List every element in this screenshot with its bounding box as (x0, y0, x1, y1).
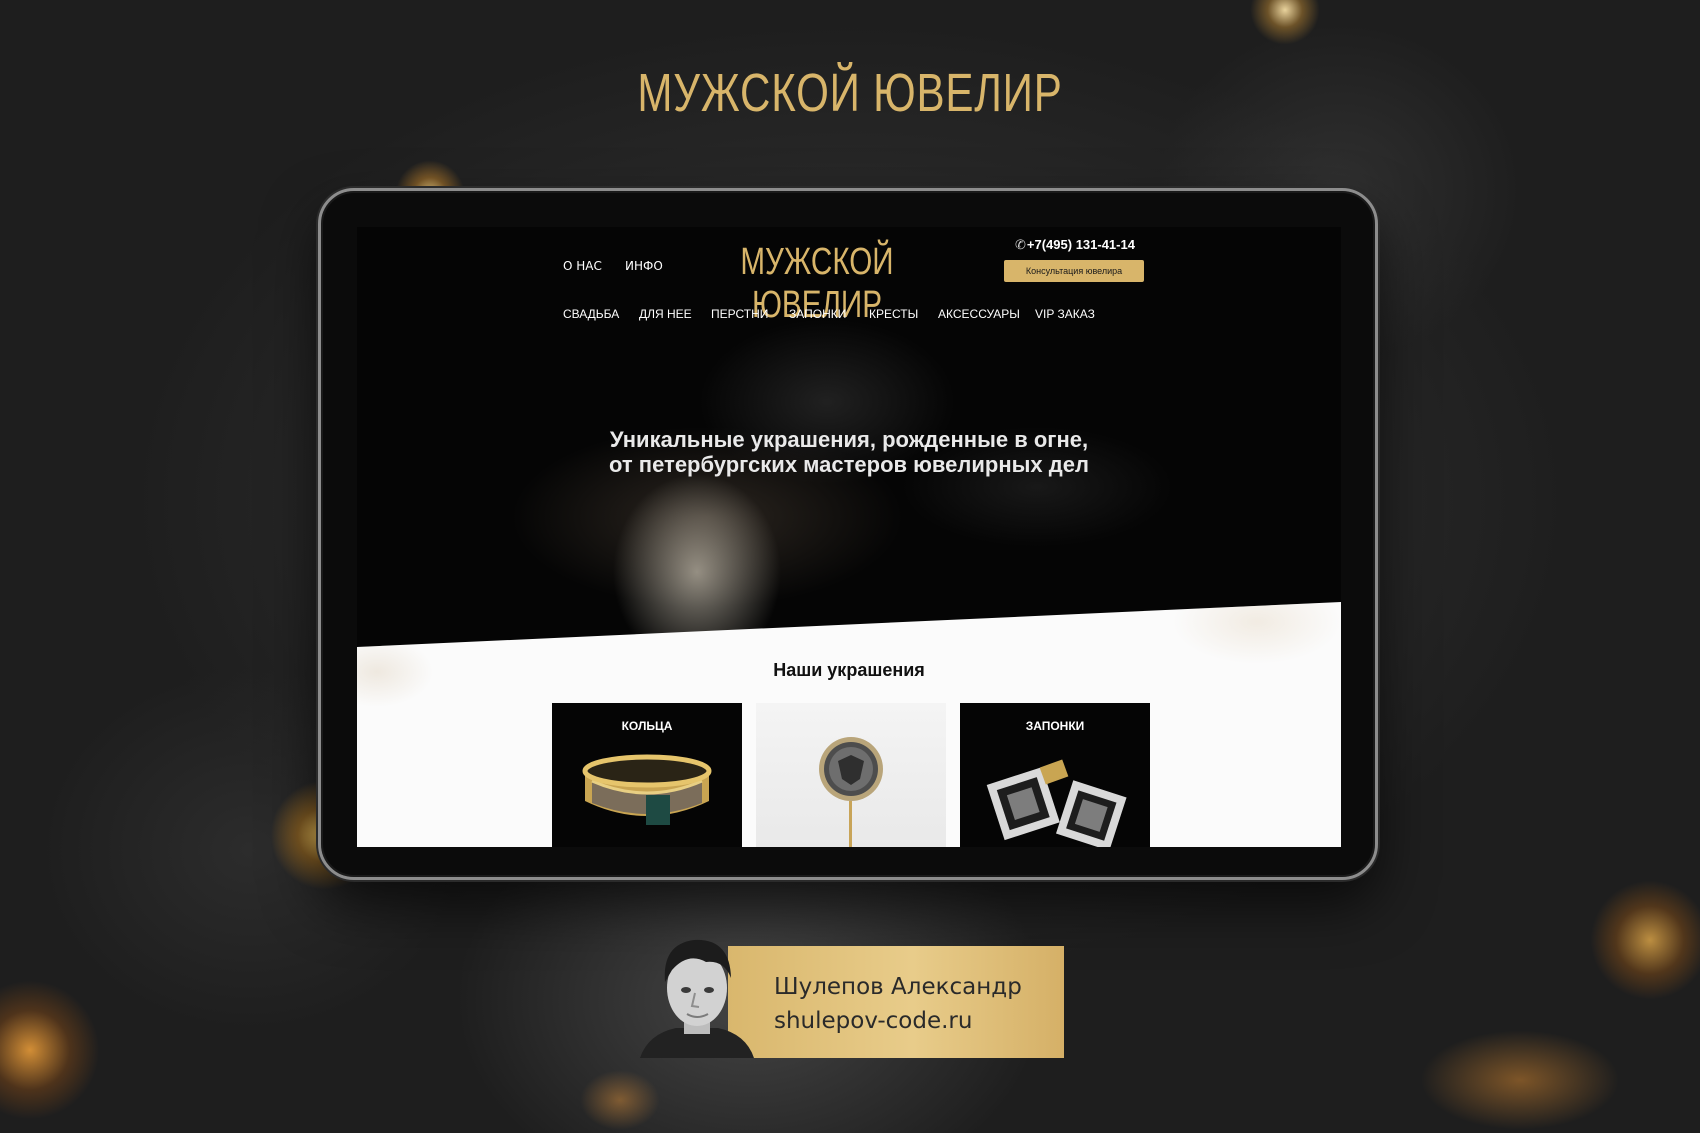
author-badge: Шулепов Александр shulepov-code.ru (728, 946, 1064, 1058)
nav-item-accessories[interactable]: АКСЕССУАРЫ (938, 307, 1020, 321)
coin-pin-image (819, 737, 883, 847)
consult-button[interactable]: Консультация ювелира (1004, 260, 1144, 282)
cufflinks-image (986, 759, 1127, 847)
ring-image (582, 754, 712, 825)
nav-link-about[interactable]: О НАС (563, 259, 602, 273)
main-nav: СВАДЬБА ДЛЯ НЕЕ ПЕРСТНИ ЗАПОНКИ КРЕСТЫ А… (357, 307, 1341, 327)
card-cufflinks[interactable]: ЗАПОНКИ (960, 703, 1150, 847)
phone-text: +7(495) 131-41-14 (1026, 237, 1135, 252)
phone-number[interactable]: ✆+7(495) 131-41-14 (1015, 237, 1135, 253)
nav-item-vip-order[interactable]: VIP ЗАКАЗ (1035, 307, 1095, 321)
nav-link-info[interactable]: ИНФО (625, 259, 663, 273)
author-site[interactable]: shulepov-code.ru (774, 1008, 972, 1034)
nav-item-cufflinks[interactable]: ЗАПОНКИ (789, 307, 846, 321)
nav-item-wedding[interactable]: СВАДЬБА (563, 307, 619, 321)
hero-line-2: от петербургских мастеров ювелирных дел (609, 452, 1089, 477)
section-title: Наши украшения (773, 660, 925, 680)
brand-logo: МУЖСКОЙ ЮВЕЛИР (637, 63, 1063, 123)
site-header: О НАС ИНФО МУЖСКОЙ ЮВЕЛИР ✆+7(495) 131-4… (357, 227, 1341, 347)
card-rings[interactable]: КОЛЬЦА (552, 703, 742, 847)
nav-item-signet-rings[interactable]: ПЕРСТНИ (711, 307, 768, 321)
website-screen: О НАС ИНФО МУЖСКОЙ ЮВЕЛИР ✆+7(495) 131-4… (357, 227, 1341, 847)
hero-line-1: Уникальные украшения, рожденные в огне, (609, 427, 1089, 452)
nav-item-for-her[interactable]: ДЛЯ НЕЕ (639, 307, 692, 321)
card-pins[interactable] (756, 703, 946, 847)
device-frame: О НАС ИНФО МУЖСКОЙ ЮВЕЛИР ✆+7(495) 131-4… (318, 188, 1378, 880)
author-portrait (640, 939, 754, 1058)
phone-icon: ✆ (1015, 237, 1026, 252)
hero-title: Уникальные украшения, рожденные в огне, … (357, 427, 1341, 477)
author-name: Шулепов Александр (774, 974, 1022, 1000)
nav-item-crosses[interactable]: КРЕСТЫ (869, 307, 918, 321)
